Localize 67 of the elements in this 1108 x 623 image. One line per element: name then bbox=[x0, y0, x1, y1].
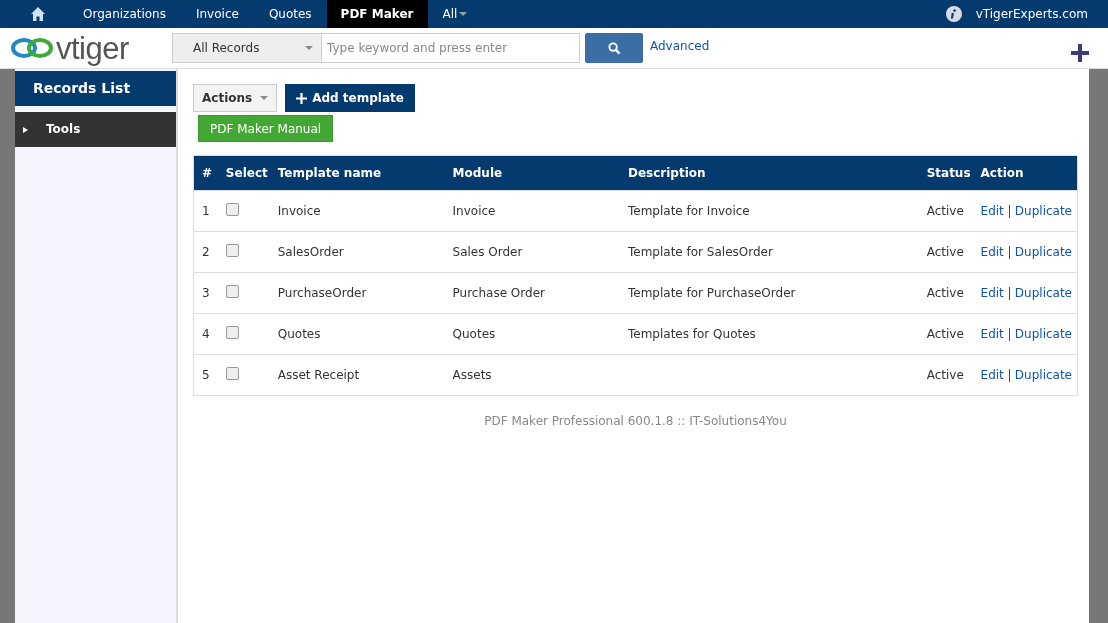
advanced-link[interactable]: Advanced bbox=[650, 39, 710, 53]
table-cell[interactable]: SalesOrder bbox=[272, 231, 448, 273]
column-header: Status bbox=[921, 155, 976, 191]
nav-tab[interactable]: Organizations bbox=[68, 0, 181, 28]
table-cell: Purchase Order bbox=[447, 272, 623, 314]
search-icon bbox=[607, 41, 621, 55]
table-cell: Sales Order bbox=[447, 231, 623, 273]
edit-link[interactable]: Edit bbox=[980, 204, 1004, 218]
table-cell[interactable]: Quotes bbox=[272, 313, 448, 355]
table-cell: 2 bbox=[193, 231, 221, 273]
duplicate-link[interactable]: Duplicate bbox=[1014, 245, 1072, 259]
table-cell[interactable]: PurchaseOrder bbox=[272, 272, 448, 314]
column-header: # bbox=[193, 155, 221, 191]
plus-icon bbox=[296, 92, 308, 104]
duplicate-link[interactable]: Duplicate bbox=[1014, 286, 1072, 300]
table-cell: 1 bbox=[193, 190, 221, 232]
table-cell: Invoice bbox=[447, 190, 623, 232]
select-checkbox[interactable] bbox=[225, 367, 239, 380]
nav-tab[interactable]: Invoice bbox=[180, 0, 254, 28]
nav-tab[interactable]: PDF Maker bbox=[326, 0, 428, 28]
sidebar-title: Records List bbox=[15, 71, 176, 106]
logo-wordmark: vtiger bbox=[56, 32, 129, 64]
edit-link[interactable]: Edit bbox=[980, 245, 1004, 259]
table-cell: 3 bbox=[193, 272, 221, 314]
table-cell: Template for SalesOrder bbox=[622, 231, 922, 273]
plus-icon[interactable] bbox=[1071, 44, 1089, 62]
table-cell: Template for Invoice bbox=[622, 190, 922, 232]
select-checkbox[interactable] bbox=[225, 326, 239, 339]
select-checkbox[interactable] bbox=[225, 244, 239, 257]
table-cell: Quotes bbox=[447, 313, 623, 355]
info-icon[interactable] bbox=[945, 6, 962, 22]
table-cell: Active bbox=[921, 272, 976, 314]
duplicate-link[interactable]: Duplicate bbox=[1014, 204, 1072, 218]
select-checkbox[interactable] bbox=[225, 285, 239, 298]
filter-dropdown[interactable]: All Records bbox=[172, 33, 322, 63]
table-cell: Active bbox=[921, 231, 976, 273]
column-header: Template name bbox=[272, 155, 448, 191]
actions-dropdown[interactable]: Actions bbox=[193, 84, 278, 112]
home-icon[interactable] bbox=[30, 6, 46, 22]
table-cell: 5 bbox=[193, 354, 221, 396]
table-cell: Active bbox=[921, 190, 976, 232]
table-cell: 4 bbox=[193, 313, 221, 355]
duplicate-link[interactable]: Duplicate bbox=[1014, 368, 1072, 382]
search-button[interactable] bbox=[585, 33, 643, 63]
column-header: Description bbox=[622, 155, 922, 191]
edit-link[interactable]: Edit bbox=[980, 368, 1004, 382]
column-header: Action bbox=[975, 155, 1078, 191]
table-cell: Active bbox=[921, 313, 976, 355]
edit-link[interactable]: Edit bbox=[980, 327, 1004, 341]
select-checkbox[interactable] bbox=[225, 203, 239, 216]
table-cell: Template for PurchaseOrder bbox=[622, 272, 922, 314]
column-header: Module bbox=[447, 155, 623, 191]
table-cell[interactable]: Invoice bbox=[272, 190, 448, 232]
footer-text: PDF Maker Professional 600.1.8 :: IT-Solutions4You bbox=[483, 414, 788, 428]
duplicate-link[interactable]: Duplicate bbox=[1014, 327, 1072, 341]
edit-link[interactable]: Edit bbox=[980, 286, 1004, 300]
user-menu[interactable]: vTigerExperts.com bbox=[975, 7, 1088, 21]
table-cell[interactable]: Asset Receipt bbox=[272, 354, 448, 396]
search-field[interactable]: Type keyword and press enter bbox=[322, 33, 580, 63]
sidebar-item[interactable]: Tools bbox=[15, 112, 176, 147]
column-header: Select bbox=[220, 155, 273, 191]
nav-tab[interactable]: All bbox=[427, 0, 483, 28]
table-cell: Templates for Quotes bbox=[622, 313, 922, 355]
nav-tab[interactable]: Quotes bbox=[253, 0, 327, 28]
table-cell: Assets bbox=[447, 354, 623, 396]
table-cell: Active bbox=[921, 354, 976, 396]
add-template-button[interactable]: Add template bbox=[285, 84, 415, 112]
